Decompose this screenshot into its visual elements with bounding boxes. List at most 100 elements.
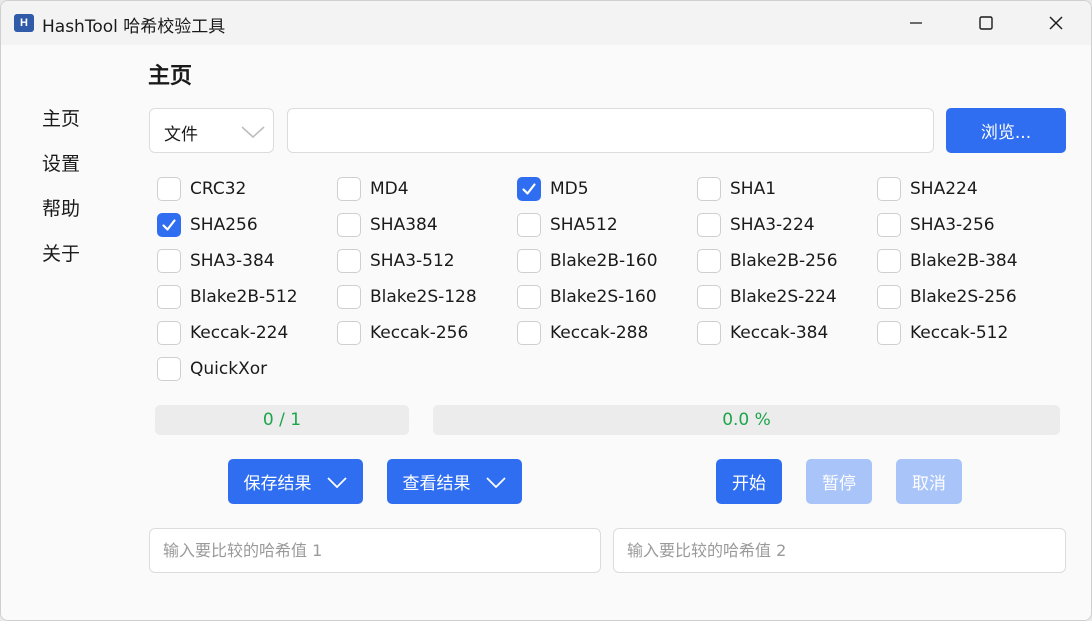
algorithm-label: MD5 <box>550 179 589 199</box>
algorithm-checkbox[interactable] <box>337 321 361 345</box>
algorithm-option[interactable]: SHA384 <box>337 211 438 239</box>
minimize-icon <box>910 22 922 24</box>
algorithm-label: QuickXor <box>190 359 268 379</box>
algorithm-option[interactable]: Blake2S-160 <box>517 283 657 311</box>
algorithm-checkbox[interactable] <box>157 321 181 345</box>
algorithm-label: Keccak-384 <box>730 323 829 343</box>
chevron-down-icon <box>326 476 347 488</box>
algorithm-option[interactable]: Blake2B-512 <box>157 283 298 311</box>
algorithm-checkbox[interactable] <box>337 213 361 237</box>
algorithm-checkbox[interactable] <box>697 177 721 201</box>
maximize-button[interactable] <box>951 1 1021 45</box>
algorithm-checkbox[interactable] <box>517 249 541 273</box>
close-icon <box>1049 16 1063 30</box>
algorithm-label: Blake2B-512 <box>190 287 298 307</box>
algorithm-option[interactable]: Keccak-512 <box>877 319 1008 347</box>
title-bar[interactable]: H HashTool 哈希校验工具 <box>1 1 1091 45</box>
algorithm-label: Keccak-288 <box>550 323 649 343</box>
algorithm-checkbox[interactable] <box>517 177 541 201</box>
algorithm-label: Blake2S-128 <box>370 287 477 307</box>
algorithm-option[interactable]: Blake2S-256 <box>877 283 1017 311</box>
algorithm-option[interactable]: QuickXor <box>157 355 267 383</box>
algorithm-label: MD4 <box>370 179 409 199</box>
algorithm-checkbox[interactable] <box>517 321 541 345</box>
algorithm-option[interactable]: SHA3-256 <box>877 211 995 239</box>
algorithm-option[interactable]: Blake2S-128 <box>337 283 477 311</box>
algorithm-checkbox[interactable] <box>877 177 901 201</box>
algorithm-option[interactable]: Keccak-224 <box>157 319 288 347</box>
algorithm-label: Blake2B-256 <box>730 251 838 271</box>
algorithm-label: SHA224 <box>910 179 978 199</box>
sidebar-item-help[interactable]: 帮助 <box>42 195 80 240</box>
algorithm-option[interactable]: Blake2B-384 <box>877 247 1018 275</box>
algorithm-option[interactable]: Keccak-384 <box>697 319 828 347</box>
save-results-button[interactable]: 保存结果 <box>228 459 363 504</box>
algorithm-option[interactable]: SHA224 <box>877 175 978 203</box>
algorithm-label: Keccak-512 <box>910 323 1009 343</box>
algorithm-checkbox[interactable] <box>697 285 721 309</box>
algorithm-label: Blake2B-160 <box>550 251 658 271</box>
algorithm-checkbox[interactable] <box>697 321 721 345</box>
algorithm-option[interactable]: SHA3-512 <box>337 247 455 275</box>
start-button[interactable]: 开始 <box>716 459 782 504</box>
compare-hash-2-input[interactable] <box>613 528 1066 573</box>
file-path-input[interactable] <box>287 108 934 153</box>
algorithm-checkbox[interactable] <box>877 213 901 237</box>
algorithm-checkbox[interactable] <box>157 213 181 237</box>
algorithm-option[interactable]: Keccak-288 <box>517 319 648 347</box>
algorithm-checkbox[interactable] <box>157 249 181 273</box>
algorithm-option[interactable]: SHA3-384 <box>157 247 275 275</box>
algorithm-checkbox[interactable] <box>337 285 361 309</box>
algorithm-checkbox[interactable] <box>697 249 721 273</box>
algorithm-option[interactable]: MD4 <box>337 175 409 203</box>
algorithm-label: Blake2S-256 <box>910 287 1017 307</box>
minimize-button[interactable] <box>881 1 951 45</box>
algorithm-option[interactable]: Blake2B-256 <box>697 247 838 275</box>
algorithm-checkbox[interactable] <box>157 177 181 201</box>
algorithm-option[interactable]: SHA256 <box>157 211 258 239</box>
algorithm-checkbox[interactable] <box>337 249 361 273</box>
algorithm-option[interactable]: Blake2B-160 <box>517 247 658 275</box>
source-mode-select[interactable]: 文件 <box>149 108 274 153</box>
algorithm-label: SHA384 <box>370 215 438 235</box>
algorithm-label: Blake2S-160 <box>550 287 657 307</box>
algorithm-checkbox[interactable] <box>517 285 541 309</box>
algorithm-option[interactable]: MD5 <box>517 175 589 203</box>
save-results-label: 保存结果 <box>243 474 312 494</box>
algorithm-checkbox[interactable] <box>877 285 901 309</box>
algorithm-option[interactable]: Blake2S-224 <box>697 283 837 311</box>
percent-progress-bar: 0.0 % <box>433 405 1060 435</box>
algorithm-option[interactable]: SHA3-224 <box>697 211 815 239</box>
algorithm-label: SHA3-512 <box>370 251 455 271</box>
algorithm-checkbox[interactable] <box>517 213 541 237</box>
algorithm-option[interactable]: Keccak-256 <box>337 319 468 347</box>
pause-button[interactable]: 暂停 <box>806 459 872 504</box>
cancel-button[interactable]: 取消 <box>896 459 962 504</box>
sidebar-item-about[interactable]: 关于 <box>42 240 80 285</box>
algorithm-checkbox[interactable] <box>877 249 901 273</box>
algorithm-label: Blake2S-224 <box>730 287 837 307</box>
algorithm-checkbox[interactable] <box>337 177 361 201</box>
algorithm-checkbox[interactable] <box>877 321 901 345</box>
checkmark-icon <box>162 219 176 231</box>
algorithm-checkbox[interactable] <box>157 285 181 309</box>
algorithm-option[interactable]: SHA512 <box>517 211 618 239</box>
app-logo-icon: H <box>14 14 34 32</box>
percent-progress-text: 0.0 % <box>722 410 771 430</box>
browse-button[interactable]: 浏览... <box>946 108 1066 153</box>
algorithm-checkbox[interactable] <box>697 213 721 237</box>
sidebar-item-home[interactable]: 主页 <box>42 105 80 150</box>
chevron-down-icon <box>485 476 506 488</box>
sidebar-item-settings[interactable]: 设置 <box>42 150 80 195</box>
file-progress-text: 0 / 1 <box>262 410 302 430</box>
compare-hash-1-input[interactable] <box>149 528 601 573</box>
algorithm-label: Blake2B-384 <box>910 251 1018 271</box>
algorithm-label: SHA3-224 <box>730 215 815 235</box>
algorithm-option[interactable]: SHA1 <box>697 175 776 203</box>
view-results-button[interactable]: 查看结果 <box>387 459 522 504</box>
close-button[interactable] <box>1021 1 1091 45</box>
algorithm-option[interactable]: CRC32 <box>157 175 246 203</box>
browse-button-label: 浏览... <box>980 123 1032 143</box>
algorithm-checkbox[interactable] <box>157 357 181 381</box>
algorithm-label: SHA512 <box>550 215 618 235</box>
